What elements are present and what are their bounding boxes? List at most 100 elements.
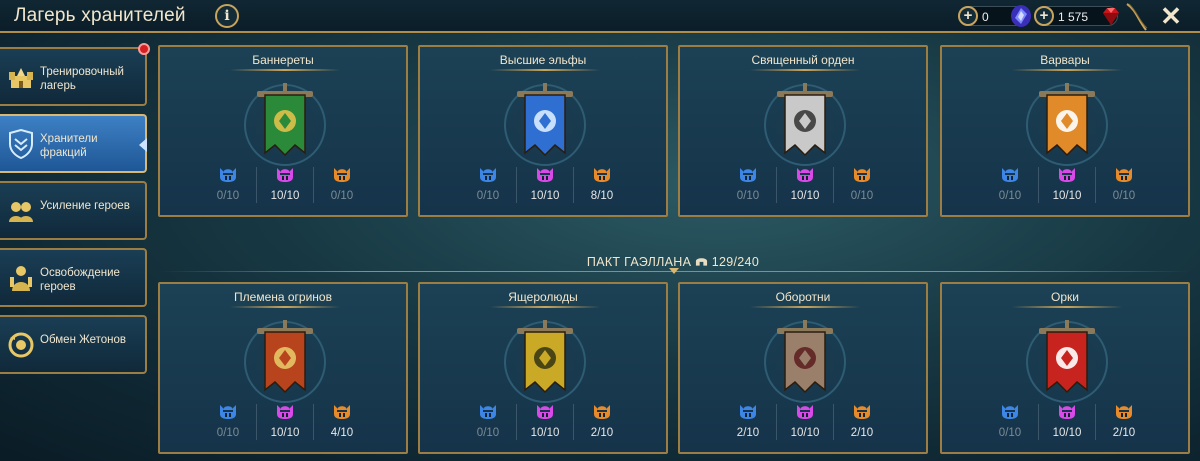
faction-guardians-icon	[9, 129, 33, 159]
legendary-count: 0/10	[1096, 165, 1152, 209]
epic-count-value: 10/10	[1052, 190, 1082, 202]
epic-count: 10/10	[777, 402, 833, 446]
epic-count-value: 10/10	[530, 190, 560, 202]
rare-count-value: 0/10	[216, 427, 240, 439]
sacred-order-banner-icon	[755, 77, 855, 173]
faction-card[interactable]: Орки 0/10 10/10 2/10	[940, 282, 1190, 454]
legendary-count-value: 2/10	[590, 427, 614, 439]
hero-release-icon	[10, 266, 32, 291]
sidebar-item-faction-guardians[interactable]: Хранители фракций	[0, 114, 147, 173]
sidebar-item-training-camp[interactable]: Тренировочный лагерь	[0, 47, 147, 106]
title-underline	[490, 69, 600, 71]
hero-empower-icon	[9, 202, 33, 222]
champion-counts: 0/10 10/10 0/10	[982, 165, 1152, 209]
epic-count: 10/10	[1039, 165, 1095, 209]
top-bar: Лагерь хранителей i + 0 + 1 575 ✕	[0, 0, 1200, 33]
faction-name: Ящеролюды	[508, 290, 578, 304]
rare-count-value: 0/10	[216, 190, 240, 202]
rare-count: 0/10	[200, 165, 256, 209]
rare-count: 0/10	[460, 402, 516, 446]
legendary-count: 8/10	[574, 165, 630, 209]
faction-card[interactable]: Высшие эльфы 0/10 10/10 8/10	[418, 45, 668, 217]
notification-dot	[138, 43, 150, 55]
pact-value: 129/240	[711, 255, 760, 269]
champion-counts: 0/10 10/10 8/10	[460, 165, 630, 209]
epic-count-value: 10/10	[790, 190, 820, 202]
faction-card[interactable]: Священный орден 0/10 10/10 0/10	[678, 45, 928, 217]
sidebar-item-label: Освобождение героев	[40, 267, 120, 293]
title-underline	[1012, 306, 1122, 308]
sidebar-item-hero-release[interactable]: Освобождение героев	[0, 248, 147, 307]
menu-hook-icon	[1126, 3, 1148, 31]
legendary-count: 2/10	[1096, 402, 1152, 446]
pact-label: ПАКТ ГАЭЛЛАНА	[586, 255, 692, 269]
faction-card[interactable]: Варвары 0/10 10/10 0/10	[940, 45, 1190, 217]
legendary-count: 2/10	[574, 402, 630, 446]
gems-value: 0	[982, 10, 989, 24]
legendary-count-value: 0/10	[1112, 190, 1136, 202]
champion-counts: 2/10 10/10 2/10	[720, 402, 890, 446]
faction-card[interactable]: Оборотни 2/10 10/10 2/10	[678, 282, 928, 454]
champion-counts: 0/10 10/10 4/10	[200, 402, 370, 446]
faction-card[interactable]: Ящеролюды 0/10 10/10 2/10	[418, 282, 668, 454]
rare-count-value: 0/10	[998, 190, 1022, 202]
rare-count-value: 0/10	[998, 427, 1022, 439]
sidebar-item-label: Хранители фракций	[40, 133, 98, 159]
add-gems-button[interactable]: +	[958, 6, 978, 26]
legendary-count-value: 0/10	[850, 190, 874, 202]
epic-count: 10/10	[517, 402, 573, 446]
champion-counts: 0/10 10/10 0/10	[200, 165, 370, 209]
rare-count-value: 0/10	[736, 190, 760, 202]
epic-count: 10/10	[257, 165, 313, 209]
add-rubies-button[interactable]: +	[1034, 6, 1054, 26]
sidebar-item-hero-empower[interactable]: Усиление героев	[0, 181, 147, 240]
legendary-count-value: 2/10	[1112, 427, 1136, 439]
epic-count-value: 10/10	[270, 427, 300, 439]
title-underline	[1012, 69, 1122, 71]
skinwalkers-banner-icon	[755, 314, 855, 410]
champion-counts: 0/10 10/10 0/10	[720, 165, 890, 209]
ogryn-tribes-banner-icon	[235, 314, 335, 410]
epic-count-value: 10/10	[270, 190, 300, 202]
pact-arrow-icon	[669, 268, 679, 274]
rare-count: 0/10	[460, 165, 516, 209]
rare-count: 0/10	[982, 165, 1038, 209]
close-button[interactable]: ✕	[1158, 2, 1184, 30]
orcs-banner-icon	[1017, 314, 1117, 410]
rare-count: 0/10	[982, 402, 1038, 446]
faction-card[interactable]: Баннереты 0/10 10/10 0/10	[158, 45, 408, 217]
epic-count: 10/10	[257, 402, 313, 446]
faction-card[interactable]: Племена огринов 0/10 10/10 4/10	[158, 282, 408, 454]
sidebar-item-label: Тренировочный лагерь	[40, 66, 124, 92]
faction-name: Баннереты	[252, 53, 314, 67]
champion-counts: 0/10 10/10 2/10	[982, 402, 1152, 446]
rare-count: 0/10	[200, 402, 256, 446]
epic-count: 10/10	[777, 165, 833, 209]
training-camp-icon	[9, 68, 33, 88]
active-indicator-icon	[139, 138, 147, 152]
legendary-count-value: 2/10	[850, 427, 874, 439]
sidebar-item-token-exchange[interactable]: Обмен Жетонов	[0, 315, 147, 374]
rubies-counter: + 1 575	[1034, 6, 1119, 26]
gems-counter: + 0	[958, 5, 1031, 27]
info-button[interactable]: i	[215, 4, 239, 28]
epic-count-value: 10/10	[530, 427, 560, 439]
faction-name: Высшие эльфы	[499, 53, 587, 67]
legendary-count-value: 8/10	[590, 190, 614, 202]
page-title: Лагерь хранителей	[14, 5, 186, 26]
rare-count-value: 2/10	[736, 427, 760, 439]
barbarians-banner-icon	[1017, 77, 1117, 173]
title-underline	[750, 69, 860, 71]
faction-name: Орки	[1051, 290, 1079, 304]
high-elves-banner-icon	[495, 77, 595, 173]
epic-count: 10/10	[1039, 402, 1095, 446]
rare-count-value: 0/10	[476, 190, 500, 202]
rare-count: 2/10	[720, 402, 776, 446]
lizardmen-banner-icon	[495, 314, 595, 410]
epic-count-value: 10/10	[1052, 427, 1082, 439]
title-underline	[230, 306, 340, 308]
epic-count: 10/10	[517, 165, 573, 209]
gem-icon	[1011, 5, 1031, 27]
rare-count: 0/10	[720, 165, 776, 209]
legendary-count: 0/10	[314, 165, 370, 209]
